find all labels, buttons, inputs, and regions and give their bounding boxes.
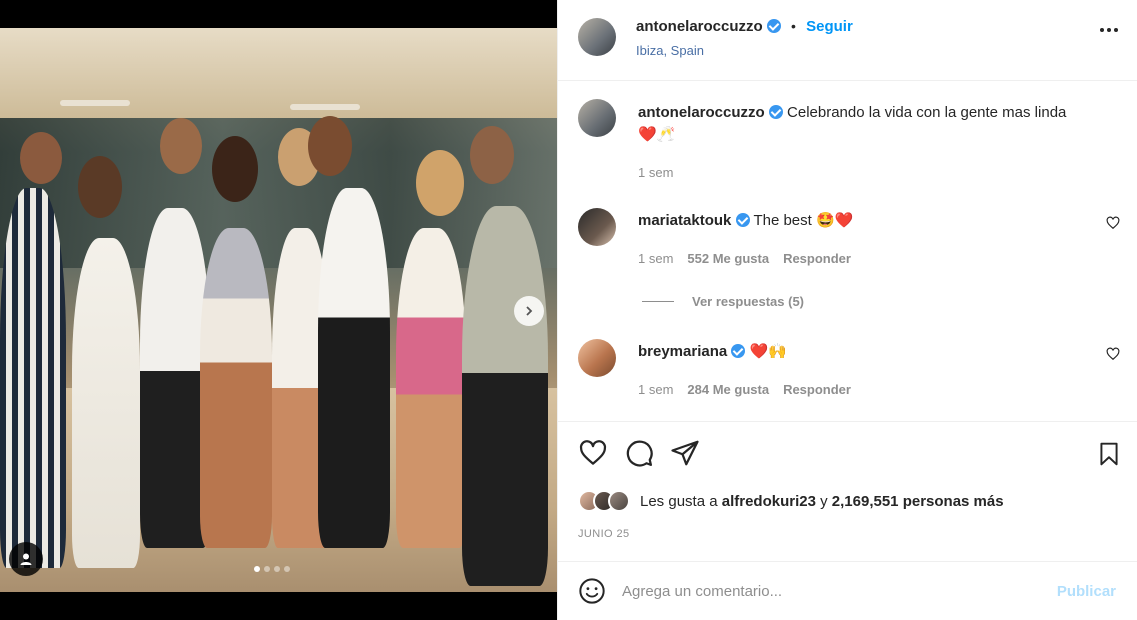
post-location[interactable]: Ibiza, Spain <box>636 43 704 58</box>
action-buttons <box>578 438 700 468</box>
ceiling-fan <box>290 104 360 110</box>
follow-button[interactable]: Seguir <box>806 18 853 35</box>
user-tag-icon <box>20 553 32 565</box>
person-figure <box>72 238 140 568</box>
like-comment-heart-icon[interactable] <box>1106 347 1120 361</box>
chevron-right-icon <box>526 306 533 316</box>
person-figure <box>200 228 272 548</box>
caption-emojis: ❤️🥂 <box>638 126 676 143</box>
comment-likes[interactable]: 284 Me gusta <box>687 382 769 397</box>
separator: • <box>791 18 796 34</box>
comment-text-line: mariataktouk The best 🤩❤️ <box>638 211 853 229</box>
person-head <box>308 116 352 176</box>
post-details-pane: antonelaroccuzzo • Seguir Ibiza, Spain a… <box>557 0 1137 620</box>
commenter-username[interactable]: breymariana <box>638 343 727 360</box>
liker-avatar <box>608 490 630 512</box>
verified-badge-icon <box>768 105 783 119</box>
more-dot <box>1100 28 1104 32</box>
user-tag-button[interactable] <box>9 542 43 576</box>
person-head <box>160 118 202 174</box>
author-line: antonelaroccuzzo • Seguir <box>636 18 853 35</box>
reply-button[interactable]: Responder <box>783 382 851 397</box>
reply-button[interactable]: Responder <box>783 251 851 266</box>
more-dot <box>1114 28 1118 32</box>
likes-prefix: Les gusta a <box>640 492 718 510</box>
carousel-dot <box>254 566 260 572</box>
like-comment-heart-icon[interactable] <box>1106 216 1120 230</box>
likes-count[interactable]: 2,169,551 personas más <box>832 493 1004 510</box>
carousel-dot <box>274 566 280 572</box>
comments-section: antonelaroccuzzo Celebrando la vida con … <box>558 82 1137 420</box>
view-replies-button[interactable]: Ver respuestas (5) <box>642 294 804 309</box>
comment-timestamp[interactable]: 1 sem <box>638 382 673 397</box>
more-dot <box>1107 28 1111 32</box>
person-head <box>470 126 514 184</box>
carousel-next-button[interactable] <box>514 296 544 326</box>
author-avatar[interactable] <box>578 18 616 56</box>
verified-badge-icon <box>735 213 750 227</box>
share-icon[interactable] <box>670 438 700 468</box>
post-header: antonelaroccuzzo • Seguir Ibiza, Spain <box>558 0 1137 81</box>
person-head <box>20 132 62 184</box>
heart-icon[interactable] <box>578 438 608 468</box>
replies-divider <box>642 301 674 302</box>
verified-badge-icon <box>766 19 781 33</box>
commenter-avatar[interactable] <box>578 339 616 377</box>
likes-connector: y <box>820 492 828 510</box>
ceiling-fan <box>60 100 130 106</box>
caption-username[interactable]: antonelaroccuzzo <box>638 104 765 121</box>
person-head <box>78 156 122 218</box>
carousel-indicator <box>254 566 290 572</box>
liker-username[interactable]: alfredokuri23 <box>722 493 816 510</box>
verified-badge-icon <box>731 344 746 358</box>
comment-meta: 1 sem 284 Me gusta Responder <box>638 382 851 397</box>
instagram-post-view: antonelaroccuzzo • Seguir Ibiza, Spain a… <box>0 0 1137 620</box>
post-photo[interactable] <box>0 28 557 592</box>
caption-timestamp[interactable]: 1 sem <box>638 165 673 180</box>
post-date[interactable]: JUNIO 25 <box>578 528 630 540</box>
carousel-dot <box>264 566 270 572</box>
person-head <box>416 150 464 216</box>
add-comment-bar: Publicar <box>558 561 1137 620</box>
comment-input[interactable] <box>622 582 1042 600</box>
commenter-username[interactable]: mariataktouk <box>638 212 731 229</box>
post-actions-section: Les gusta a alfredokuri23 y 2,169,551 pe… <box>558 421 1137 561</box>
carousel-dot <box>284 566 290 572</box>
likes-summary: Les gusta a alfredokuri23 y 2,169,551 pe… <box>578 490 1004 512</box>
publish-button[interactable]: Publicar <box>1057 583 1116 600</box>
caption-author-avatar[interactable] <box>578 99 616 137</box>
comment-timestamp[interactable]: 1 sem <box>638 251 673 266</box>
post-media-pane <box>0 0 557 620</box>
author-username[interactable]: antonelaroccuzzo <box>636 18 763 35</box>
comment-meta: 1 sem 552 Me gusta Responder <box>638 251 851 266</box>
bookmark-icon[interactable] <box>1096 440 1122 468</box>
comment-emojis: ❤️🙌 <box>749 343 787 360</box>
person-figure <box>462 206 548 586</box>
person-head <box>212 136 258 202</box>
comment-text: The best <box>753 212 812 229</box>
person-figure <box>396 228 466 548</box>
comment-likes[interactable]: 552 Me gusta <box>687 251 769 266</box>
emoji-icon[interactable] <box>578 577 606 605</box>
comment-icon[interactable] <box>624 438 654 468</box>
comment-text-line: breymariana ❤️🙌 <box>638 342 787 360</box>
likers-avatar-stack[interactable] <box>578 490 630 512</box>
post-caption: antonelaroccuzzo Celebrando la vida con … <box>638 102 1078 146</box>
caption-text: Celebrando la vida con la gente mas lind… <box>787 104 1067 121</box>
person-figure <box>318 188 390 548</box>
comment-emojis: 🤩❤️ <box>816 212 854 229</box>
commenter-avatar[interactable] <box>578 208 616 246</box>
more-options-icon[interactable] <box>1100 28 1118 32</box>
view-replies-label: Ver respuestas (5) <box>692 294 805 309</box>
person-figure <box>0 188 66 568</box>
